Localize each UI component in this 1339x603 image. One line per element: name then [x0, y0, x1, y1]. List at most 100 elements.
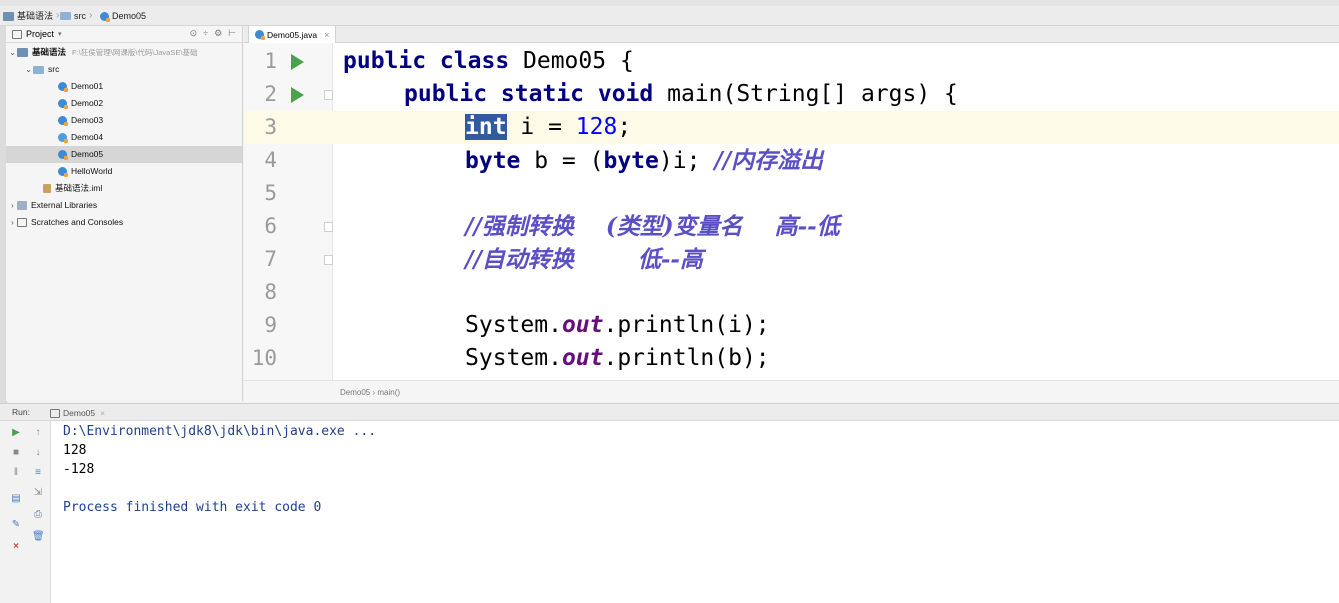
- code-line-8[interactable]: 8: [244, 276, 1339, 309]
- run-tab-demo05[interactable]: Demo05 ×: [44, 405, 111, 421]
- collapse-all-icon[interactable]: ÷: [203, 28, 208, 39]
- close-icon[interactable]: ×: [100, 408, 105, 418]
- run-tab-label: Demo05: [63, 408, 96, 418]
- breadcrumb-file[interactable]: Demo05: [100, 9, 146, 23]
- code-line-6[interactable]: 6 //强制转换 (类型)变量名 高--低: [244, 210, 1339, 243]
- code-line-9[interactable]: 9 System.out.println(i);: [244, 309, 1339, 342]
- breadcrumb-project-label: 基础语法: [17, 11, 54, 21]
- module-icon: [17, 48, 28, 57]
- chevron-down-icon[interactable]: ▾: [58, 30, 62, 38]
- run-console[interactable]: D:\Environment\jdk8\jdk\bin\java.exe ...…: [51, 421, 1339, 603]
- project-panel-title[interactable]: Project: [26, 29, 54, 39]
- tree-item-label: Demo02: [71, 98, 104, 108]
- run-main-icon[interactable]: [291, 87, 304, 103]
- tree-item-label: src: [48, 64, 60, 74]
- line-number: 2: [264, 82, 277, 106]
- code-area[interactable]: 1 public class Demo05 { 2 public static …: [244, 43, 1339, 380]
- code-text: //自动转换 低--高: [465, 243, 703, 277]
- editor-breadcrumb[interactable]: Demo05 › main(): [244, 380, 1339, 404]
- tree-item-demo03[interactable]: Demo03: [6, 112, 242, 129]
- chevron-right-icon[interactable]: ›: [8, 197, 17, 214]
- close-icon[interactable]: ×: [324, 30, 329, 40]
- java-class-icon: [100, 11, 110, 22]
- rerun-icon[interactable]: ▶: [10, 427, 22, 439]
- code-line-5[interactable]: 5: [244, 177, 1339, 210]
- close-icon[interactable]: ×: [10, 541, 22, 553]
- tree-item-demo02[interactable]: Demo02: [6, 95, 242, 112]
- code-line-7[interactable]: 7 //自动转换 低--高: [244, 243, 1339, 276]
- line-number: 1: [264, 49, 277, 73]
- dump-threads-icon[interactable]: ▤: [10, 493, 22, 505]
- locate-icon[interactable]: ⊙: [190, 28, 198, 39]
- project-panel: Project ▾ ⊙ ÷ ⚙ ⊢ ⌄ 基础语法 F:\狂侯管理\网课版\代码\…: [6, 26, 243, 401]
- code-line-4[interactable]: 4 byte b = (byte)i; //内存溢出: [244, 144, 1339, 177]
- tree-item-scratches[interactable]: › Scratches and Consoles: [6, 214, 242, 231]
- code-text: System.out.println(i);: [465, 312, 770, 338]
- tree-item-demo01[interactable]: Demo01: [6, 78, 242, 95]
- console-command-line: D:\Environment\jdk8\jdk\bin\java.exe ...: [63, 424, 377, 439]
- iml-file-icon: [43, 184, 51, 193]
- pause-icon[interactable]: ‖: [10, 467, 22, 479]
- code-line-3[interactable]: 3 int i = 128;: [244, 111, 1339, 144]
- run-toolbar: ▶ ↑ ■ ↓ ‖ ≡ ▤ ⇲ ⎙ ✎ 🗑 ×: [6, 421, 51, 603]
- code-text: int i = 128;: [465, 114, 632, 140]
- run-config-icon: [50, 408, 60, 418]
- code-line-1[interactable]: 1 public class Demo05 {: [244, 45, 1339, 78]
- fold-marker-icon[interactable]: [324, 255, 333, 265]
- soft-wrap-icon[interactable]: ≡: [32, 467, 44, 479]
- fold-marker-icon[interactable]: [324, 90, 333, 100]
- trash-icon[interactable]: 🗑: [32, 531, 45, 543]
- folder-icon: [60, 12, 71, 20]
- code-text: System.out.println(b);: [465, 345, 770, 371]
- line-number: 9: [264, 313, 277, 337]
- editor-tab-label: Demo05.java: [267, 29, 318, 40]
- project-panel-header: Project ▾ ⊙ ÷ ⚙ ⊢: [6, 26, 242, 43]
- gear-icon[interactable]: ⚙: [214, 28, 222, 39]
- console-output-line: 128: [63, 443, 87, 458]
- breadcrumb-project[interactable]: 基础语法 ›: [3, 9, 59, 23]
- tree-item-demo05[interactable]: Demo05: [6, 146, 242, 163]
- chevron-down-icon[interactable]: ⌄: [8, 44, 17, 61]
- java-class-icon: [58, 150, 68, 160]
- hide-icon[interactable]: ⊢: [228, 28, 236, 39]
- tree-item-module[interactable]: ⌄ 基础语法 F:\狂侯管理\网课版\代码\JavaSE\基础: [6, 44, 242, 61]
- selected-text: int: [465, 114, 507, 140]
- java-class-icon: [255, 30, 265, 40]
- code-line-10[interactable]: 10 System.out.println(b);: [244, 342, 1339, 375]
- library-icon: [17, 201, 27, 210]
- tree-item-src[interactable]: ⌄ src: [6, 61, 242, 78]
- fold-marker-icon[interactable]: [324, 222, 333, 232]
- line-number: 4: [264, 148, 277, 172]
- line-number: 8: [264, 280, 277, 304]
- tree-item-external-libraries[interactable]: › External Libraries: [6, 197, 242, 214]
- tree-item-helloworld[interactable]: HelloWorld: [6, 163, 242, 180]
- breadcrumb-separator: ›: [89, 10, 93, 21]
- down-arrow-icon[interactable]: ↓: [32, 447, 44, 459]
- java-class-icon: [58, 133, 68, 143]
- code-line-2[interactable]: 2 public static void main(String[] args)…: [244, 78, 1339, 111]
- breadcrumb-folder[interactable]: src ›: [60, 9, 92, 23]
- scroll-to-end-icon[interactable]: ⇲: [32, 487, 44, 499]
- code-comment: //内存溢出: [714, 147, 824, 174]
- editor-tab-demo05[interactable]: Demo05.java ×: [248, 26, 337, 43]
- print-icon[interactable]: ⎙: [32, 509, 44, 521]
- folder-icon: [33, 65, 44, 74]
- up-arrow-icon[interactable]: ↑: [32, 427, 44, 439]
- pin-icon[interactable]: ✎: [10, 519, 22, 531]
- editor-breadcrumb-label: Demo05 › main(): [340, 388, 401, 397]
- tree-item-label: 基础语法.iml: [55, 183, 103, 193]
- line-number: 5: [264, 181, 277, 205]
- tree-item-demo04[interactable]: Demo04: [6, 129, 242, 146]
- tree-item-label: External Libraries: [31, 200, 98, 210]
- breadcrumb-separator: ›: [56, 10, 60, 21]
- scratch-icon: [17, 218, 27, 227]
- chevron-right-icon[interactable]: ›: [8, 214, 17, 231]
- run-panel-label: Run:: [12, 407, 30, 417]
- run-class-icon[interactable]: [291, 54, 304, 70]
- tree-item-iml[interactable]: 基础语法.iml: [6, 180, 242, 197]
- project-panel-tools: ⊙ ÷ ⚙ ⊢: [190, 28, 236, 39]
- chevron-down-icon[interactable]: ⌄: [24, 61, 33, 78]
- stop-icon[interactable]: ■: [10, 447, 22, 459]
- breadcrumb-folder-label: src: [74, 11, 86, 21]
- tree-item-label: Demo04: [71, 132, 104, 142]
